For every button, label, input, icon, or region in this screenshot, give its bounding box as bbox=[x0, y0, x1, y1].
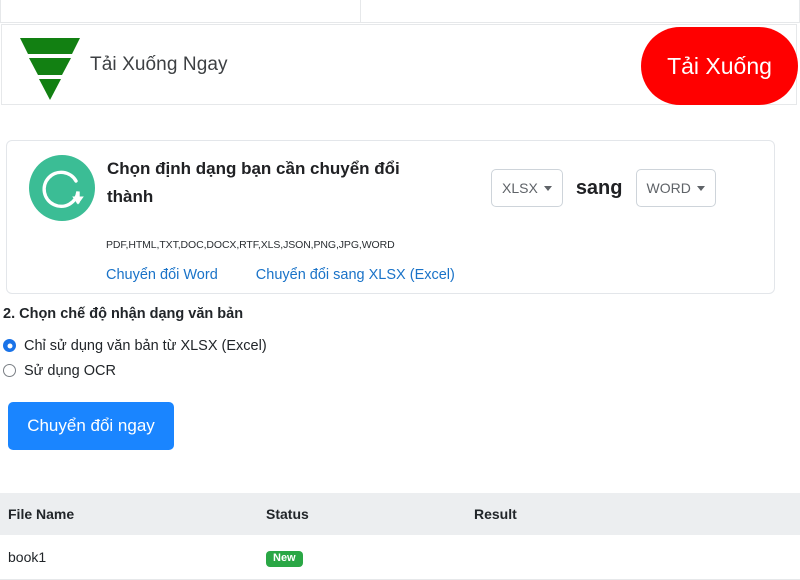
cell-file-name: book1 bbox=[0, 535, 258, 580]
source-format-value: XLSX bbox=[502, 180, 538, 196]
table-row: book1 New bbox=[0, 535, 800, 580]
column-header-file-name: File Name bbox=[0, 493, 258, 535]
between-label: sang bbox=[575, 176, 623, 199]
cell-status: New bbox=[258, 535, 466, 580]
top-strip-divider-middle bbox=[360, 0, 361, 23]
target-format-value: WORD bbox=[646, 180, 691, 196]
target-format-dropdown[interactable]: WORD bbox=[635, 169, 716, 207]
chevron-down-icon bbox=[543, 185, 552, 191]
link-convert-word[interactable]: Chuyển đổi Word bbox=[106, 267, 218, 283]
recognition-mode-radio-group: Chỉ sử dụng văn bản từ XLSX (Excel) Sử d… bbox=[3, 334, 267, 384]
banner-label: Tải Xuống Ngay bbox=[90, 53, 228, 75]
radio-label-ocr: Sử dụng OCR bbox=[24, 362, 116, 379]
column-header-result: Result bbox=[466, 493, 800, 535]
radio-indicator-unselected[interactable] bbox=[3, 364, 16, 377]
download-banner: Tải Xuống Ngay Tải Xuống bbox=[1, 24, 798, 105]
top-strip bbox=[0, 0, 800, 23]
source-format-dropdown[interactable]: XLSX bbox=[491, 169, 563, 207]
download-button[interactable]: Tải Xuống bbox=[641, 27, 798, 105]
convert-circle-arrow-icon bbox=[29, 155, 95, 221]
card-links: Chuyển đổi Word Chuyển đổi sang XLSX (Ex… bbox=[106, 267, 455, 283]
link-convert-xlsx[interactable]: Chuyển đổi sang XLSX (Excel) bbox=[256, 267, 455, 283]
chevron-down-icon bbox=[696, 185, 705, 191]
status-badge: New bbox=[266, 550, 303, 567]
supported-formats-text: PDF,HTML,TXT,DOC,DOCX,RTF,XLS,JSON,PNG,J… bbox=[106, 239, 395, 251]
download-funnel-icon bbox=[15, 30, 85, 102]
step2-heading: 2. Chọn chế độ nhận dạng văn bản bbox=[3, 306, 244, 322]
top-strip-divider-left bbox=[0, 0, 1, 23]
cell-result bbox=[466, 535, 800, 580]
convert-now-button[interactable]: Chuyển đổi ngay bbox=[8, 402, 174, 450]
radio-indicator-selected[interactable] bbox=[3, 339, 16, 352]
column-header-status: Status bbox=[258, 493, 466, 535]
radio-option-text-only[interactable]: Chỉ sử dụng văn bản từ XLSX (Excel) bbox=[3, 334, 267, 357]
table-header-row: File Name Status Result bbox=[0, 493, 800, 535]
conversion-card: Chọn định dạng bạn cần chuyển đổi thành … bbox=[6, 140, 775, 294]
radio-option-ocr[interactable]: Sử dụng OCR bbox=[3, 359, 267, 382]
format-selector-row: XLSX sang WORD bbox=[491, 169, 716, 207]
radio-label-text-only: Chỉ sử dụng văn bản từ XLSX (Excel) bbox=[24, 337, 267, 354]
card-title: Chọn định dạng bạn cần chuyển đổi thành bbox=[107, 159, 400, 206]
results-table: File Name Status Result book1 New bbox=[0, 493, 800, 580]
